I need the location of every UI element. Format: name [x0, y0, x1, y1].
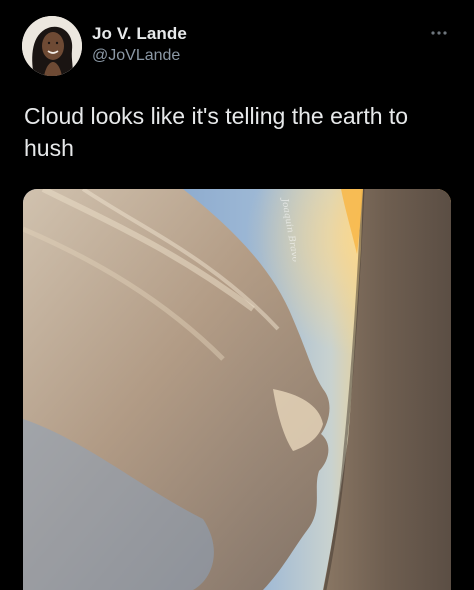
photo-watermark: Joaquin Bravo	[256, 195, 300, 265]
author-handle[interactable]: @JoVLande	[92, 47, 180, 65]
more-horizontal-icon[interactable]	[428, 26, 450, 38]
author-avatar[interactable]	[22, 16, 82, 76]
tweet-photo[interactable]	[23, 189, 451, 590]
tweet-card: Jo V. Lande @JoVLande Cloud looks like i…	[0, 0, 474, 590]
watermark-text: Joaquin Bravo	[279, 196, 296, 264]
author-name[interactable]: Jo V. Lande	[92, 24, 187, 44]
tweet-text: Cloud looks like it's telling the earth …	[24, 103, 409, 161]
